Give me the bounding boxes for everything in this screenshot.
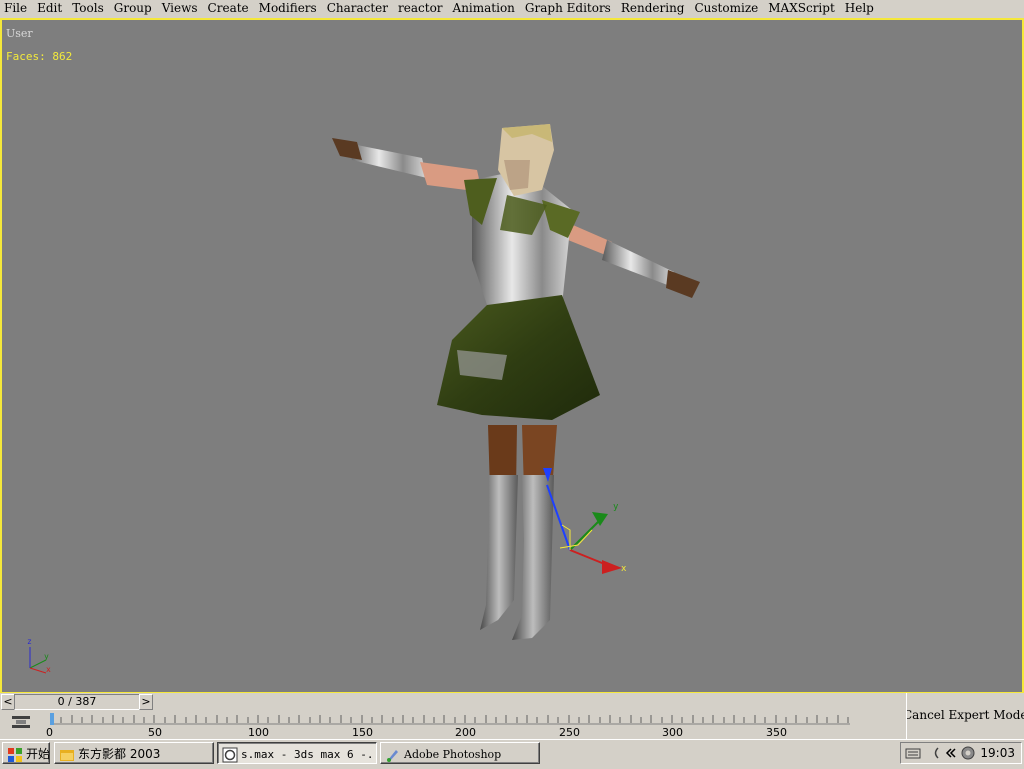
windows-logo-icon bbox=[8, 747, 22, 762]
taskbar: 开始 东方影都 2003 s.max - 3ds max 6 -... Adob… bbox=[0, 739, 1024, 769]
status-panel: Cancel Expert Mode bbox=[906, 693, 1024, 739]
time-slider-prev-button[interactable]: < bbox=[1, 694, 15, 710]
clock[interactable]: 19:03 bbox=[980, 743, 1015, 763]
menu-create[interactable]: Create bbox=[204, 0, 255, 18]
left-gauntlet bbox=[347, 143, 427, 178]
viewport-label[interactable]: User bbox=[6, 27, 33, 40]
taskbar-item-dongfang[interactable]: 东方影都 2003 bbox=[54, 742, 214, 764]
left-hand bbox=[332, 138, 362, 160]
right-hand bbox=[666, 270, 700, 298]
right-gauntlet bbox=[602, 240, 674, 286]
tick-label: 50 bbox=[148, 726, 162, 739]
keyboard-icon[interactable] bbox=[905, 746, 921, 760]
tick-label: 250 bbox=[559, 726, 580, 739]
menu-bar: File Edit Tools Group Views Create Modif… bbox=[0, 0, 1024, 18]
tick-label: 150 bbox=[352, 726, 373, 739]
skirt-highlight bbox=[457, 350, 507, 380]
cancel-expert-mode-button[interactable]: Cancel Expert Mode bbox=[907, 708, 1024, 722]
taskbar-item-label: s.max - 3ds max 6 -... bbox=[241, 748, 377, 761]
volume-icon[interactable] bbox=[959, 745, 977, 761]
menu-customize[interactable]: Customize bbox=[690, 0, 764, 18]
menu-file[interactable]: File bbox=[0, 0, 33, 18]
menu-views[interactable]: Views bbox=[158, 0, 204, 18]
max-icon bbox=[222, 747, 238, 762]
tick-label: 200 bbox=[455, 726, 476, 739]
menu-character[interactable]: Character bbox=[323, 0, 394, 18]
gizmo-y-arrow-icon[interactable] bbox=[592, 512, 608, 526]
track-bar-toggle-icon[interactable] bbox=[10, 714, 32, 730]
menu-help[interactable]: Help bbox=[841, 0, 880, 18]
current-frame-marker[interactable] bbox=[50, 713, 54, 725]
start-label: 开始 bbox=[26, 747, 50, 761]
start-button[interactable]: 开始 bbox=[2, 742, 50, 764]
corner-y-label: y bbox=[44, 652, 49, 661]
faces-count: Faces: 862 bbox=[6, 50, 73, 63]
gizmo-x-arrow-icon[interactable] bbox=[602, 560, 622, 574]
taskbar-item-photoshop[interactable]: Adobe Photoshop bbox=[380, 742, 540, 764]
menu-group[interactable]: Group bbox=[110, 0, 158, 18]
gizmo-x-axis bbox=[569, 549, 608, 566]
left-boot bbox=[480, 475, 518, 630]
gizmo-x-label: x bbox=[621, 564, 627, 574]
menu-animation[interactable]: Animation bbox=[449, 0, 521, 18]
menu-modifiers[interactable]: Modifiers bbox=[255, 0, 323, 18]
track-bar[interactable]: 0 50 100 150 200 250 300 350 bbox=[0, 711, 906, 739]
corner-x-label: x bbox=[46, 665, 51, 674]
taskbar-item-3dsmax[interactable]: s.max - 3ds max 6 -... bbox=[217, 742, 377, 764]
corner-z-label: z bbox=[27, 637, 32, 646]
menu-edit[interactable]: Edit bbox=[33, 0, 68, 18]
time-slider-next-button[interactable]: > bbox=[139, 694, 153, 710]
menu-graph-editors[interactable]: Graph Editors bbox=[521, 0, 617, 18]
system-tray: 19:03 bbox=[900, 742, 1022, 764]
ime-icon[interactable] bbox=[931, 746, 941, 760]
user-viewport[interactable]: y x z y x User Faces: 862 bbox=[0, 18, 1024, 694]
photoshop-icon bbox=[387, 749, 398, 762]
taskbar-item-label: 东方影都 2003 bbox=[78, 747, 161, 761]
time-slider[interactable]: < 0 / 387 > bbox=[0, 693, 906, 711]
right-boot bbox=[512, 475, 554, 640]
gizmo-y-label: y bbox=[613, 502, 619, 512]
tick-label: 350 bbox=[766, 726, 787, 739]
menu-rendering[interactable]: Rendering bbox=[617, 0, 691, 18]
tick-label: 300 bbox=[662, 726, 683, 739]
tick-label: 100 bbox=[248, 726, 269, 739]
time-slider-thumb[interactable]: 0 / 387 bbox=[14, 694, 140, 710]
menu-tools[interactable]: Tools bbox=[68, 0, 110, 18]
character-model[interactable] bbox=[332, 124, 700, 640]
transform-gizmo[interactable] bbox=[543, 468, 622, 574]
menu-reactor[interactable]: reactor bbox=[394, 0, 449, 18]
menu-maxscript[interactable]: MAXScript bbox=[764, 0, 841, 18]
viewport-scene[interactable]: y x z y x bbox=[2, 20, 1022, 692]
taskbar-item-label: Adobe Photoshop bbox=[404, 748, 502, 761]
tick-label: 0 bbox=[46, 726, 53, 739]
double-chevron-left-icon[interactable] bbox=[945, 747, 957, 759]
folder-icon bbox=[60, 749, 74, 761]
